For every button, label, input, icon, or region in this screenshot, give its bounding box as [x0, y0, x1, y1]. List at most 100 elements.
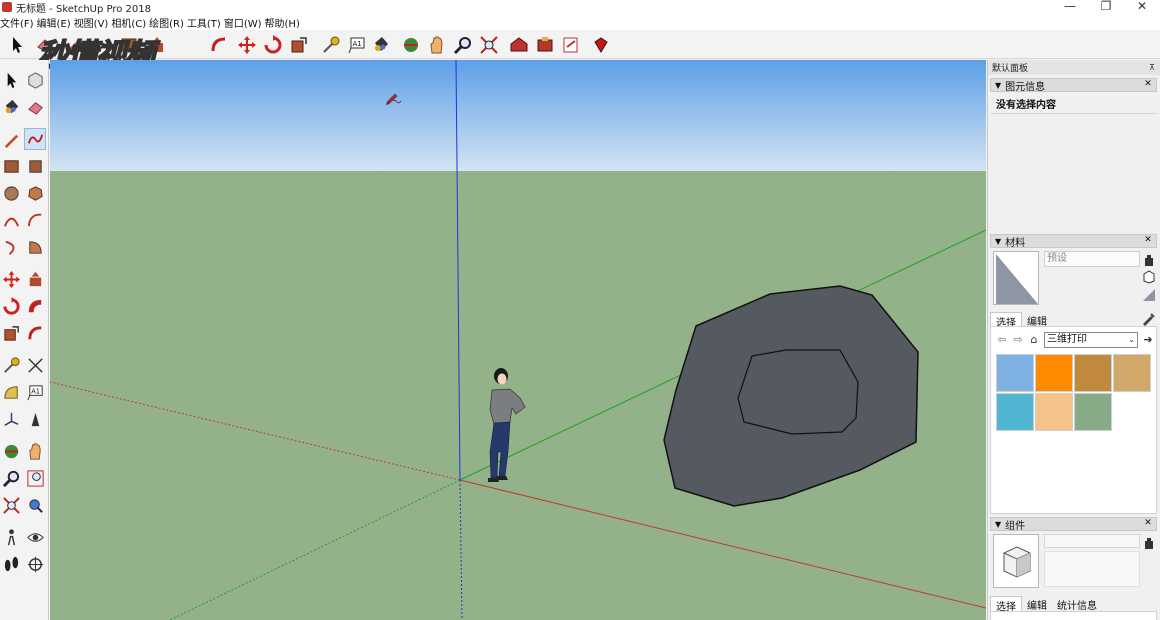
scene-canvas[interactable] — [50, 60, 986, 620]
follow-me-tool[interactable] — [24, 295, 46, 317]
create-material-icon[interactable] — [1142, 253, 1156, 267]
offset-tool[interactable] — [24, 322, 46, 344]
material-name-field[interactable]: 预设 — [1044, 251, 1140, 267]
materials-header[interactable]: ▼ 材料 ✕ — [990, 234, 1157, 249]
offset-tool-button[interactable] — [208, 34, 230, 56]
make-component-tool[interactable] — [24, 69, 46, 91]
orbit-tool[interactable] — [0, 440, 22, 462]
material-swatch[interactable] — [996, 354, 1034, 392]
menu-help[interactable]: 帮助(H) — [265, 15, 303, 30]
section-plane-tool[interactable] — [24, 553, 46, 575]
previous-view-tool[interactable] — [24, 494, 46, 516]
material-collection-dropdown[interactable]: 三维打印 ⌄ — [1044, 332, 1138, 348]
collapse-triangle-icon[interactable]: ▼ — [995, 520, 1001, 529]
dimension-tool[interactable] — [24, 354, 46, 376]
line-tool[interactable] — [0, 128, 22, 150]
drawing-viewport[interactable] — [50, 60, 986, 620]
pan-tool[interactable] — [24, 440, 46, 462]
eraser-tool[interactable] — [24, 96, 46, 118]
walk-tool[interactable] — [0, 553, 22, 575]
tape-measure-tool[interactable] — [0, 354, 22, 376]
display-secondary-pane-icon[interactable] — [1142, 270, 1156, 284]
3d-text-tool[interactable] — [24, 408, 46, 430]
move-tool[interactable] — [0, 268, 22, 290]
close-panel-icon[interactable]: ✕ — [1143, 79, 1153, 91]
text-tool[interactable]: A1 — [24, 381, 46, 403]
close-panel-icon[interactable]: ✕ — [1143, 518, 1153, 530]
three-point-arc-tool[interactable] — [0, 236, 22, 258]
material-swatch[interactable] — [1074, 393, 1112, 431]
push-pull-button[interactable] — [146, 34, 168, 56]
menu-camera[interactable]: 相机(C) — [111, 15, 149, 30]
collapse-triangle-icon[interactable]: ▼ — [995, 81, 1001, 90]
pin-icon[interactable]: ⊼ — [1149, 63, 1155, 72]
zoom-window-tool[interactable] — [24, 467, 46, 489]
material-swatch[interactable] — [1113, 354, 1151, 392]
menu-file[interactable]: 文件(F) — [0, 15, 37, 30]
move-tool-button[interactable] — [236, 34, 258, 56]
select-tool-button[interactable] — [6, 34, 28, 56]
select-tool[interactable] — [0, 69, 22, 91]
sample-paint-icon[interactable] — [1141, 312, 1155, 326]
orbit-tool-button[interactable] — [400, 34, 422, 56]
menu-window[interactable]: 窗口(W) — [224, 15, 265, 30]
zoom-tool-button[interactable] — [452, 34, 474, 56]
freehand-tool[interactable] — [24, 128, 46, 150]
push-pull-tool[interactable] — [24, 268, 46, 290]
rotate-tool-button[interactable] — [262, 34, 284, 56]
zoom-tool[interactable] — [0, 467, 22, 489]
details-arrow-icon[interactable]: ➜ — [1140, 332, 1156, 348]
close-button[interactable]: ✕ — [1124, 0, 1160, 14]
rotate-tool[interactable] — [0, 295, 22, 317]
polygon-tool[interactable] — [24, 182, 46, 204]
menu-tools[interactable]: 工具(T) — [187, 15, 224, 30]
restore-button[interactable]: ❐ — [1088, 0, 1124, 14]
close-panel-icon[interactable]: ✕ — [1143, 235, 1153, 247]
arc-tool[interactable] — [0, 209, 22, 231]
line-tool-button[interactable] — [62, 34, 84, 56]
scale-tool[interactable] — [0, 322, 22, 344]
protractor-tool[interactable] — [0, 381, 22, 403]
zoom-extents-tool[interactable] — [0, 494, 22, 516]
material-swatch[interactable] — [1035, 393, 1073, 431]
paint-bucket-tool[interactable] — [0, 96, 22, 118]
scale-tool-button[interactable] — [288, 34, 310, 56]
extension-warehouse-button[interactable] — [534, 34, 556, 56]
menu-view[interactable]: 视图(V) — [74, 15, 112, 30]
rotated-rectangle-tool[interactable] — [24, 155, 46, 177]
default-material-swatch-icon[interactable] — [1142, 288, 1156, 302]
forward-arrow-icon[interactable]: ⇨ — [1010, 332, 1026, 348]
two-point-arc-tool[interactable] — [24, 209, 46, 231]
look-around-tool[interactable] — [24, 526, 46, 548]
text-tool-button[interactable]: A1 — [346, 34, 368, 56]
rectangle-tool[interactable] — [0, 155, 22, 177]
home-icon[interactable]: ⌂ — [1026, 332, 1042, 348]
pie-tool[interactable] — [24, 236, 46, 258]
axes-tool[interactable] — [0, 408, 22, 430]
zoom-extents-button[interactable] — [478, 34, 500, 56]
back-arrow-icon[interactable]: ⇦ — [994, 332, 1010, 348]
menu-draw[interactable]: 绘图(R) — [149, 15, 187, 30]
tape-measure-button[interactable] — [320, 34, 342, 56]
component-name-field[interactable] — [1044, 534, 1140, 548]
minimize-button[interactable]: — — [1052, 0, 1088, 14]
position-camera-tool[interactable] — [0, 526, 22, 548]
material-swatch[interactable] — [1074, 354, 1112, 392]
collapse-triangle-icon[interactable]: ▼ — [995, 237, 1001, 246]
circle-tool[interactable] — [0, 182, 22, 204]
eraser-tool-button[interactable] — [34, 34, 56, 56]
entity-info-header[interactable]: ▼ 图元信息 ✕ — [990, 78, 1157, 93]
component-options-icon[interactable] — [1142, 536, 1156, 550]
components-header[interactable]: ▼ 组件 ✕ — [990, 517, 1157, 532]
pan-tool-button[interactable] — [426, 34, 448, 56]
arc-tool-button[interactable] — [90, 34, 112, 56]
ruby-console-button[interactable] — [590, 34, 612, 56]
warehouse-button[interactable] — [508, 34, 530, 56]
send-to-layout-button[interactable] — [560, 34, 582, 56]
menu-edit[interactable]: 编辑(E) — [37, 15, 74, 30]
paint-bucket-button[interactable] — [370, 34, 392, 56]
material-swatch[interactable] — [1035, 354, 1073, 392]
component-description-field[interactable] — [1044, 551, 1140, 587]
shape-tool-button[interactable] — [118, 34, 140, 56]
material-swatch[interactable] — [996, 393, 1034, 431]
